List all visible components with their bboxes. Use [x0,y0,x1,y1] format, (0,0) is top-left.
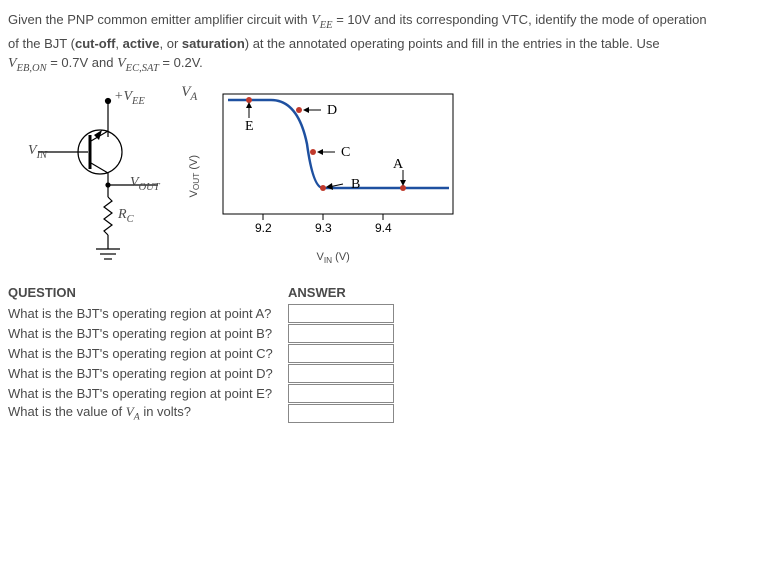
question-e: What is the BJT's operating region at po… [8,386,288,401]
table-row: What is the BJT's operating region at po… [8,344,774,363]
answer-va-input[interactable] [288,404,394,423]
svg-text:C: C [341,145,350,160]
header-question: QUESTION [8,285,288,300]
table-row: What is the BJT's operating region at po… [8,384,774,403]
answer-d-input[interactable] [288,364,394,383]
circuit-diagram: +VEE VIN VOUT RC [28,87,178,267]
table-row: What is the BJT's operating region at po… [8,324,774,343]
question-va: What is the value of VA in volts? [8,404,288,423]
vout-label: VOUT [130,175,160,193]
question-b: What is the BJT's operating region at po… [8,326,288,341]
svg-text:9.4: 9.4 [375,221,392,235]
va-axis-label: VA [181,84,197,103]
vtc-ylabel: VOUT (V) [188,155,201,198]
svg-text:B: B [351,177,360,192]
table-row: What is the BJT's operating region at po… [8,364,774,383]
rc-label: RC [118,207,134,225]
svg-text:A: A [393,157,404,172]
answer-b-input[interactable] [288,324,394,343]
answer-table: QUESTION ANSWER What is the BJT's operat… [8,285,774,423]
vin-label: VIN [28,143,47,161]
answer-e-input[interactable] [288,384,394,403]
vtc-plot: E D C B A 9.2 9.3 9.4 [203,88,463,248]
svg-text:9.2: 9.2 [255,221,272,235]
question-prompt: Given the PNP common emitter amplifier c… [8,10,774,77]
question-a: What is the BJT's operating region at po… [8,306,288,321]
vtc-xlabel: VIN (V) [203,251,463,265]
answer-a-input[interactable] [288,304,394,323]
question-c: What is the BJT's operating region at po… [8,346,288,361]
table-row: What is the BJT's operating region at po… [8,304,774,323]
table-row: What is the value of VA in volts? [8,404,774,423]
svg-text:E: E [245,119,254,134]
answer-c-input[interactable] [288,344,394,363]
prompt-text: Given the PNP common emitter amplifier c… [8,12,311,27]
question-d: What is the BJT's operating region at po… [8,366,288,381]
svg-text:D: D [327,103,337,118]
vtc-plot-container: VOUT (V) VA [188,88,463,265]
svg-text:9.3: 9.3 [315,221,332,235]
vee-label: +VEE [114,89,145,107]
header-answer: ANSWER [288,285,346,300]
